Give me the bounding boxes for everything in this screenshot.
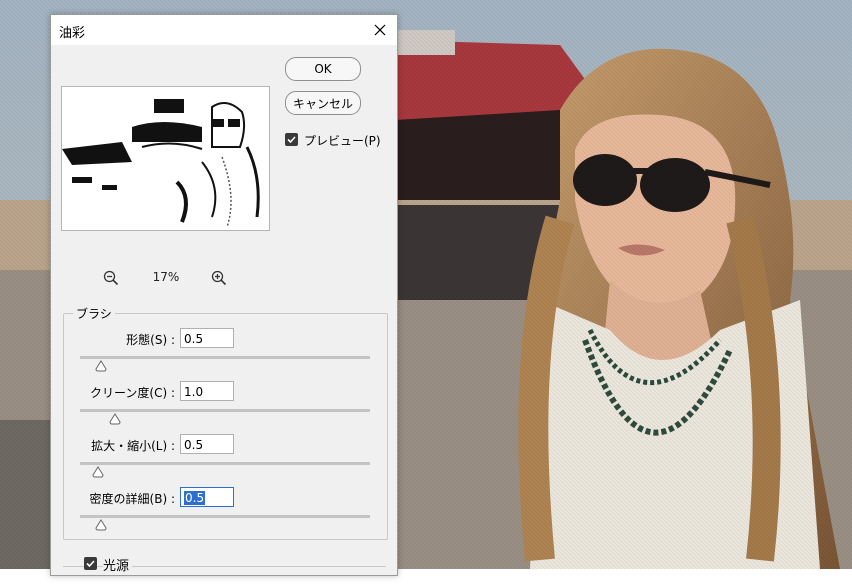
cleanliness-input[interactable]: 1.0 xyxy=(180,381,234,401)
param-label-stylization: 形態(S) : xyxy=(126,333,175,347)
ok-button[interactable]: OK xyxy=(285,57,361,81)
param-label-scale: 拡大・縮小(L) : xyxy=(91,439,175,453)
titlebar: 油彩 xyxy=(51,15,397,45)
preview-checkbox[interactable] xyxy=(285,133,298,146)
preview-thumbnail[interactable] xyxy=(61,86,270,231)
cleanliness-slider-track[interactable] xyxy=(80,409,370,412)
preview-label: プレビュー(P) xyxy=(304,134,381,148)
bristle-detail-slider-thumb[interactable] xyxy=(94,519,107,531)
brush-group-title: ブラシ xyxy=(73,305,115,322)
stylization-input[interactable]: 0.5 xyxy=(180,328,234,348)
zoom-in-icon[interactable] xyxy=(211,270,227,290)
cleanliness-slider-thumb[interactable] xyxy=(109,413,121,425)
param-label-bristle-detail: 密度の詳細(B) : xyxy=(89,492,175,506)
close-icon[interactable] xyxy=(363,15,397,45)
scale-slider-track[interactable] xyxy=(80,462,370,465)
lighting-checkbox[interactable] xyxy=(84,557,97,570)
stylization-slider-thumb[interactable] xyxy=(94,360,107,372)
bristle-detail-input[interactable]: 0.5 xyxy=(180,487,234,507)
stylization-slider-track[interactable] xyxy=(80,356,370,359)
scale-input[interactable]: 0.5 xyxy=(180,434,234,454)
cancel-button[interactable]: キャンセル xyxy=(285,91,361,115)
zoom-out-icon[interactable] xyxy=(103,270,119,290)
zoom-level: 17% xyxy=(152,270,180,284)
scale-slider-thumb[interactable] xyxy=(92,466,104,478)
bristle-detail-slider-track[interactable] xyxy=(80,515,370,518)
lighting-label: 光源 xyxy=(103,555,133,574)
dialog-title: 油彩 xyxy=(59,26,86,41)
oil-paint-dialog: 油彩 OK キャンセル プレビュー(P) 17% ブラシ 形態(S): 0.5… xyxy=(50,14,398,576)
param-label-cleanliness: クリーン度(C) : xyxy=(89,386,175,400)
